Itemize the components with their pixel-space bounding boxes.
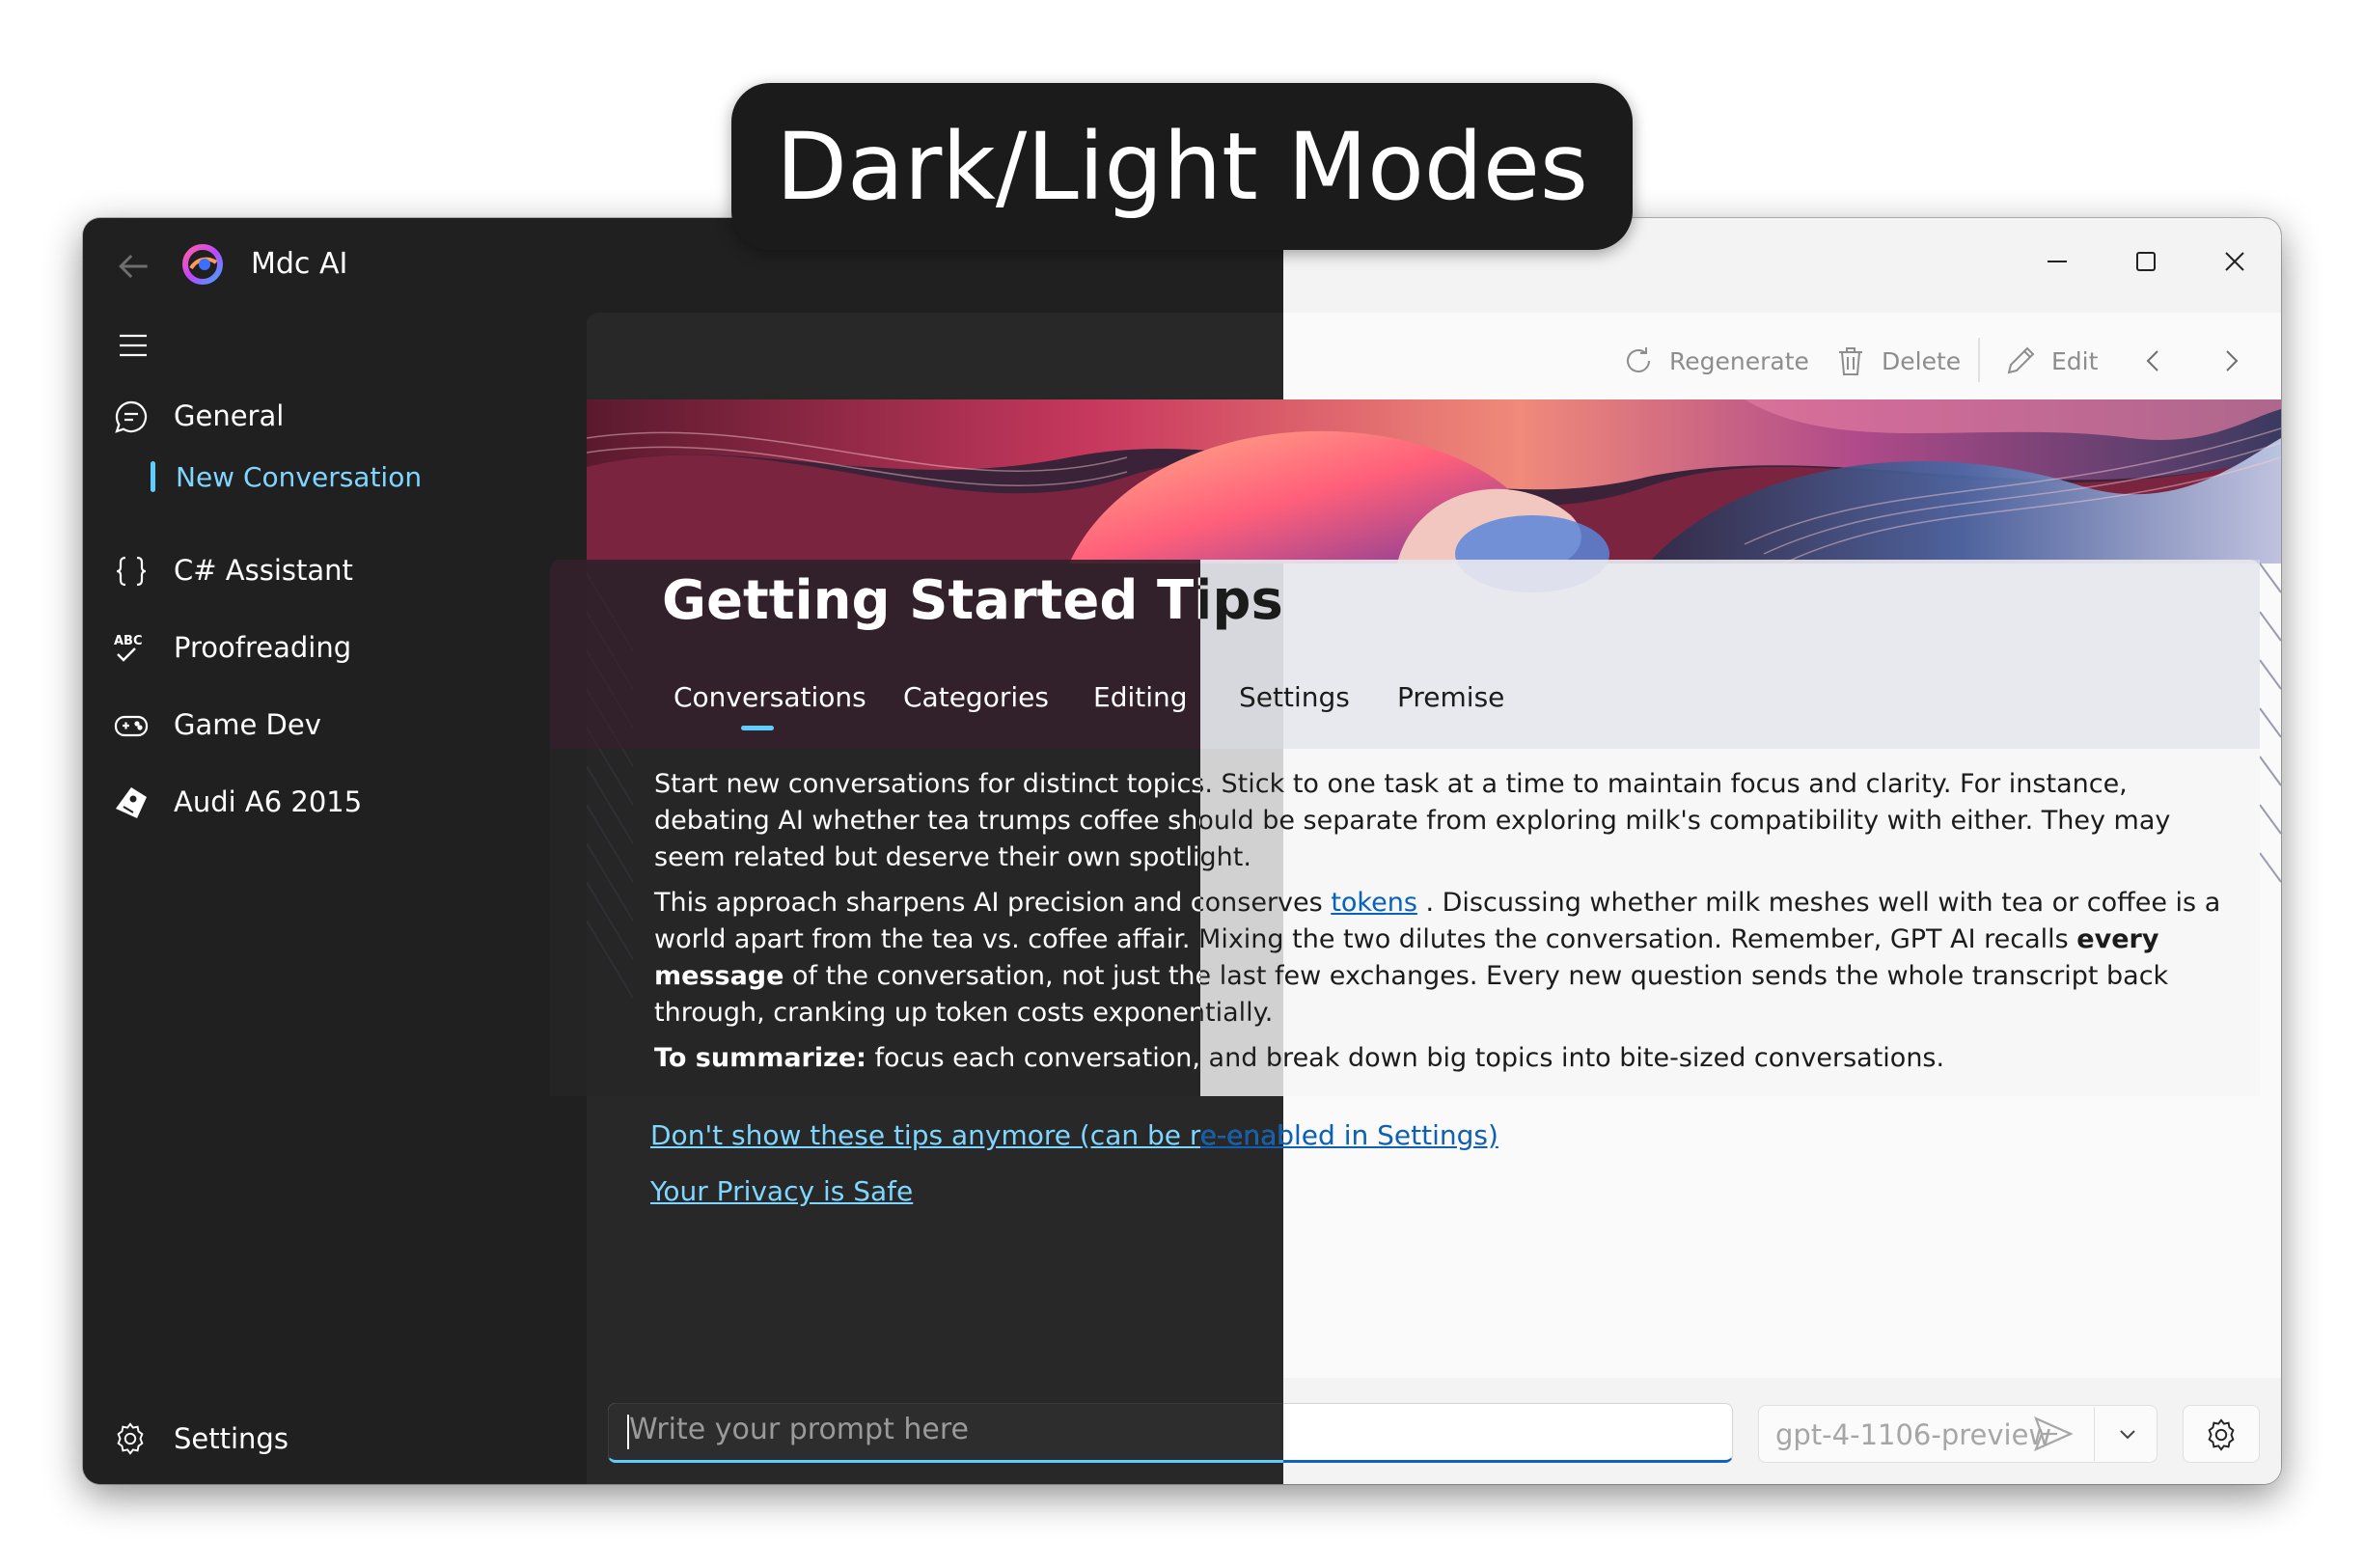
- chevron-down-icon[interactable]: [2115, 1422, 2140, 1447]
- text-caret: [627, 1415, 629, 1449]
- gear-icon: [2203, 1417, 2240, 1453]
- mode-banner: Dark/Light Modes: [731, 83, 1633, 250]
- model-selector-separator: [2094, 1407, 2095, 1461]
- model-name: gpt-4-1106-preview: [1775, 1418, 2052, 1451]
- banner-title: Dark/Light Modes: [776, 112, 1588, 221]
- send-icon[interactable]: [2030, 1411, 2076, 1457]
